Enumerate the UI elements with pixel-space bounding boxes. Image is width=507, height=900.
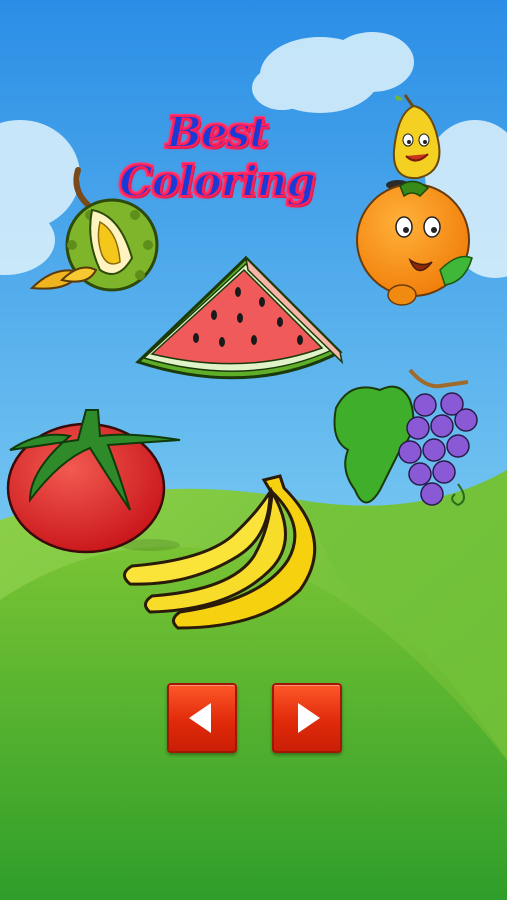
previous-button[interactable] — [167, 683, 237, 753]
triangle-right-icon — [298, 703, 320, 733]
triangle-left-icon — [189, 703, 211, 733]
app-title: Best Coloring — [118, 107, 316, 207]
next-button[interactable] — [272, 683, 342, 753]
